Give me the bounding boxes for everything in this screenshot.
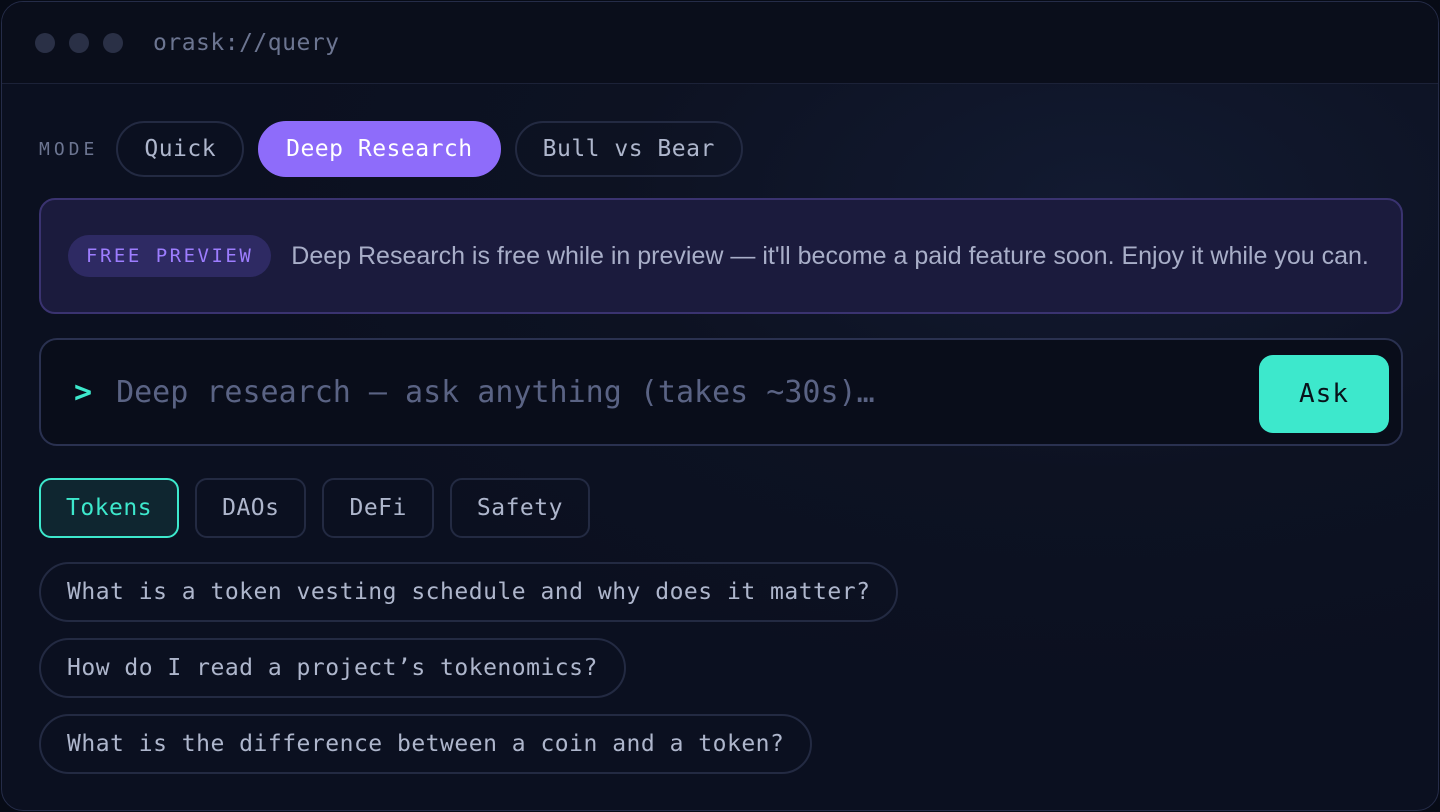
suggestion-chip[interactable]: What is a token vesting schedule and why… <box>39 562 899 622</box>
mode-selector: MODE Quick Deep Research Bull vs Bear <box>39 121 757 177</box>
app-window: orask://query MODE Quick Deep Research B… <box>1 1 1439 811</box>
ask-button[interactable]: Ask <box>1259 355 1389 433</box>
category-tab-tokens[interactable]: Tokens <box>39 478 180 538</box>
mode-label: MODE <box>39 138 99 160</box>
mode-quick-button[interactable]: Quick <box>116 121 245 177</box>
category-tab-defi[interactable]: DeFi <box>322 478 434 538</box>
window-maximize-dot[interactable] <box>103 32 123 53</box>
preview-banner-text: Deep Research is free while in preview —… <box>291 242 1369 270</box>
category-tab-safety[interactable]: Safety <box>449 478 590 538</box>
category-tab-daos[interactable]: DAOs <box>195 478 307 538</box>
title-bar: orask://query <box>2 2 1438 84</box>
mode-bull-vs-bear-button[interactable]: Bull vs Bear <box>514 121 743 177</box>
free-preview-badge: FREE PREVIEW <box>68 235 272 277</box>
suggestion-chip[interactable]: How do I read a project’s tokenomics? <box>39 638 626 698</box>
mode-deep-research-button[interactable]: Deep Research <box>258 121 501 177</box>
search-bar: > Ask <box>39 338 1403 446</box>
window-url: orask://query <box>153 29 340 56</box>
search-input[interactable] <box>114 373 1401 411</box>
suggestion-chip[interactable]: What is the difference between a coin an… <box>39 714 813 774</box>
preview-banner: FREE PREVIEW Deep Research is free while… <box>39 198 1403 314</box>
prompt-chevron-icon: > <box>74 374 93 410</box>
category-tabs: Tokens DAOs DeFi Safety <box>39 478 606 538</box>
window-minimize-dot[interactable] <box>69 32 89 53</box>
window-close-dot[interactable] <box>35 32 55 53</box>
suggestion-list: What is a token vesting schedule and why… <box>39 562 899 790</box>
